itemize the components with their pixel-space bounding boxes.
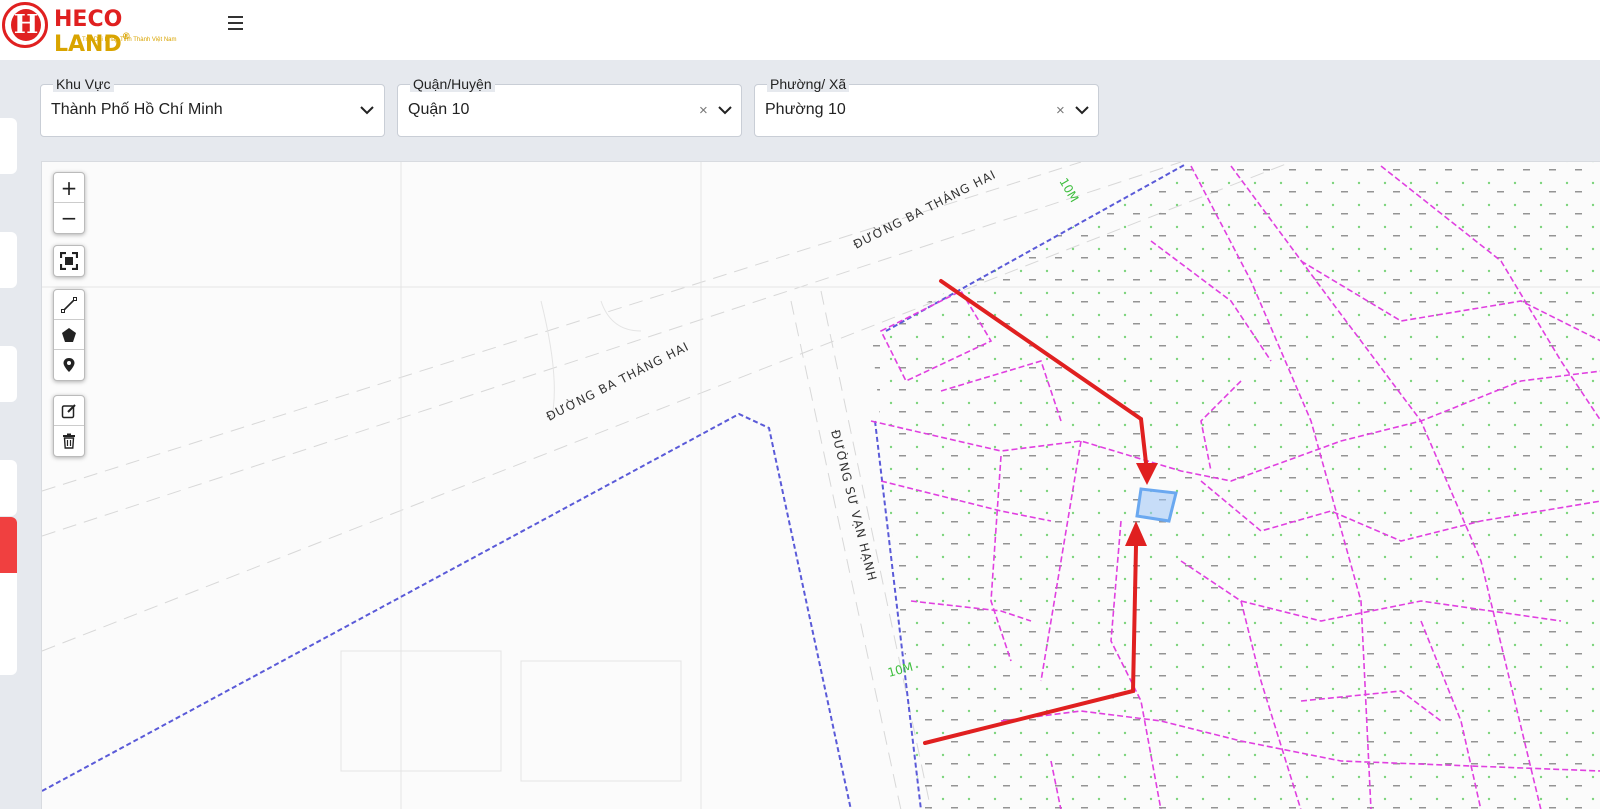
ward-select[interactable]: Phường/ Xã Phường 10 × — [754, 76, 1099, 137]
highlighted-parcel[interactable] — [1135, 487, 1178, 523]
edit-layers-button[interactable] — [54, 396, 84, 426]
street-label-su-van-hanh: ĐƯỜNG SƯ VẠN HẠNH — [828, 428, 880, 583]
logo-letter: H — [11, 9, 41, 41]
road-width-label-1: 10M — [1056, 176, 1081, 205]
district-label: Quận/Huyện — [410, 76, 495, 92]
region-value: Thành Phố Hồ Chí Minh — [51, 101, 223, 118]
zoom-in-button[interactable]: + — [54, 173, 84, 203]
ward-label: Phường/ Xã — [767, 76, 850, 92]
district-clear-icon[interactable]: × — [699, 102, 708, 119]
polygon-icon — [62, 327, 76, 342]
map-canvas[interactable]: ĐƯỜNG BA THÁNG HAI ĐƯỜNG BA THÁNG HAI ĐƯ… — [41, 161, 1600, 809]
side-tab-active-panel[interactable] — [0, 517, 17, 675]
district-select[interactable]: Quận/Huyện Quận 10 × — [397, 76, 742, 137]
trash-icon — [63, 433, 75, 449]
app-header: H HECO LAND® Trải Dài Khắp Tỉnh Thành Vi… — [0, 0, 1600, 60]
chevron-down-icon[interactable] — [717, 102, 733, 118]
brand-tagline: Trải Dài Khắp Tỉnh Thành Việt Nam — [82, 37, 177, 43]
fullscreen-button[interactable] — [54, 246, 84, 276]
logo-mark: H — [2, 2, 48, 48]
side-tab-1[interactable] — [0, 118, 17, 174]
ward-clear-icon[interactable]: × — [1056, 102, 1065, 119]
brand-part2: LAND — [54, 32, 122, 57]
delete-layers-button[interactable] — [54, 426, 84, 456]
side-tab-active[interactable] — [0, 517, 17, 573]
side-tab-2[interactable] — [0, 232, 17, 288]
zoom-out-button[interactable]: − — [54, 203, 84, 233]
polyline-icon — [61, 296, 77, 313]
chevron-down-icon[interactable] — [1074, 102, 1090, 118]
brand-part1: HECO — [54, 7, 123, 32]
map-pin-icon — [63, 358, 75, 372]
edit-icon — [61, 403, 76, 418]
region-select[interactable]: Khu Vực Thành Phố Hồ Chí Minh — [40, 76, 385, 137]
street-label-ba-thang-hai-1: ĐƯỜNG BA THÁNG HAI — [851, 166, 999, 251]
district-value: Quận 10 — [408, 101, 470, 118]
draw-line-button[interactable] — [54, 290, 84, 320]
fullscreen-icon — [60, 252, 78, 270]
fullscreen-control — [53, 245, 85, 277]
parcel-area — [871, 162, 1600, 809]
draw-controls — [53, 289, 85, 381]
ward-value: Phường 10 — [765, 101, 846, 118]
side-tab-3[interactable] — [0, 346, 17, 402]
region-label: Khu Vực — [53, 76, 114, 92]
side-tab-4[interactable] — [0, 460, 17, 516]
draw-marker-button[interactable] — [54, 350, 84, 380]
chevron-down-icon[interactable] — [359, 102, 375, 118]
edit-controls — [53, 395, 85, 457]
map-drawing: ĐƯỜNG BA THÁNG HAI ĐƯỜNG BA THÁNG HAI ĐƯ… — [42, 162, 1600, 809]
draw-polygon-button[interactable] — [54, 320, 84, 350]
brand-name: HECO LAND® — [54, 7, 172, 57]
street-label-ba-thang-hai-2: ĐƯỜNG BA THÁNG HAI — [544, 338, 692, 423]
heco-land-logo[interactable]: H HECO LAND® Trải Dài Khắp Tỉnh Thành Vi… — [2, 2, 177, 57]
zoom-controls: + − — [53, 172, 85, 234]
hamburger-menu-icon[interactable] — [225, 12, 247, 34]
